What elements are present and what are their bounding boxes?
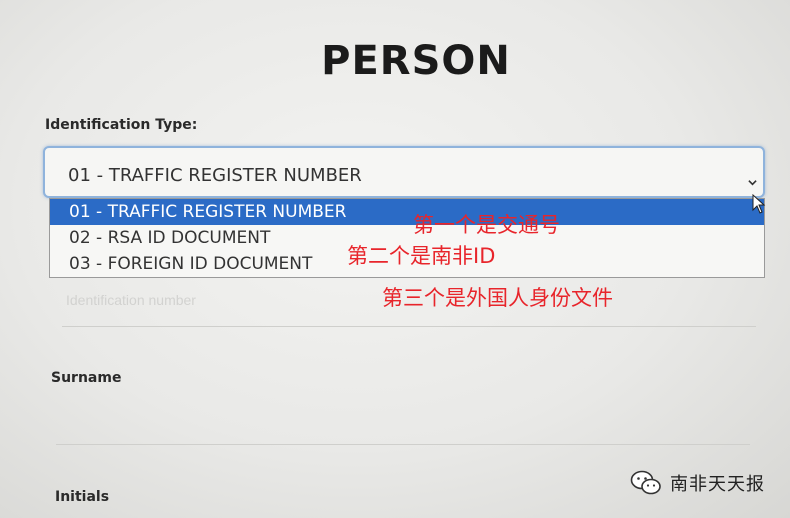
annotation-second: 第二个是南非ID (347, 244, 496, 268)
annotation-third: 第三个是外国人身份文件 (382, 286, 613, 310)
wechat-icon (630, 470, 661, 495)
surname-underline (56, 444, 750, 445)
surname-input[interactable] (56, 396, 750, 444)
identification-number-input[interactable]: Identification number (66, 292, 196, 308)
identification-type-select[interactable]: 01 - TRAFFIC REGISTER NUMBER (43, 146, 765, 198)
watermark: 南非天天报 (630, 468, 765, 498)
annotation-first: 第一个是交通号 (413, 213, 560, 237)
identification-type-label: Identification Type: (45, 117, 198, 133)
identification-number-underline (62, 326, 756, 327)
mouse-cursor-icon (752, 194, 766, 214)
option-traffic-register-number[interactable]: 01 - TRAFFIC REGISTER NUMBER (50, 199, 764, 225)
select-current-value: 01 - TRAFFIC REGISTER NUMBER (68, 165, 362, 186)
initials-label: Initials (55, 489, 110, 505)
chevron-down-icon[interactable] (748, 178, 757, 187)
watermark-text: 南非天天报 (670, 474, 765, 495)
surname-label: Surname (51, 370, 122, 386)
page-title: PERSON (321, 38, 511, 84)
